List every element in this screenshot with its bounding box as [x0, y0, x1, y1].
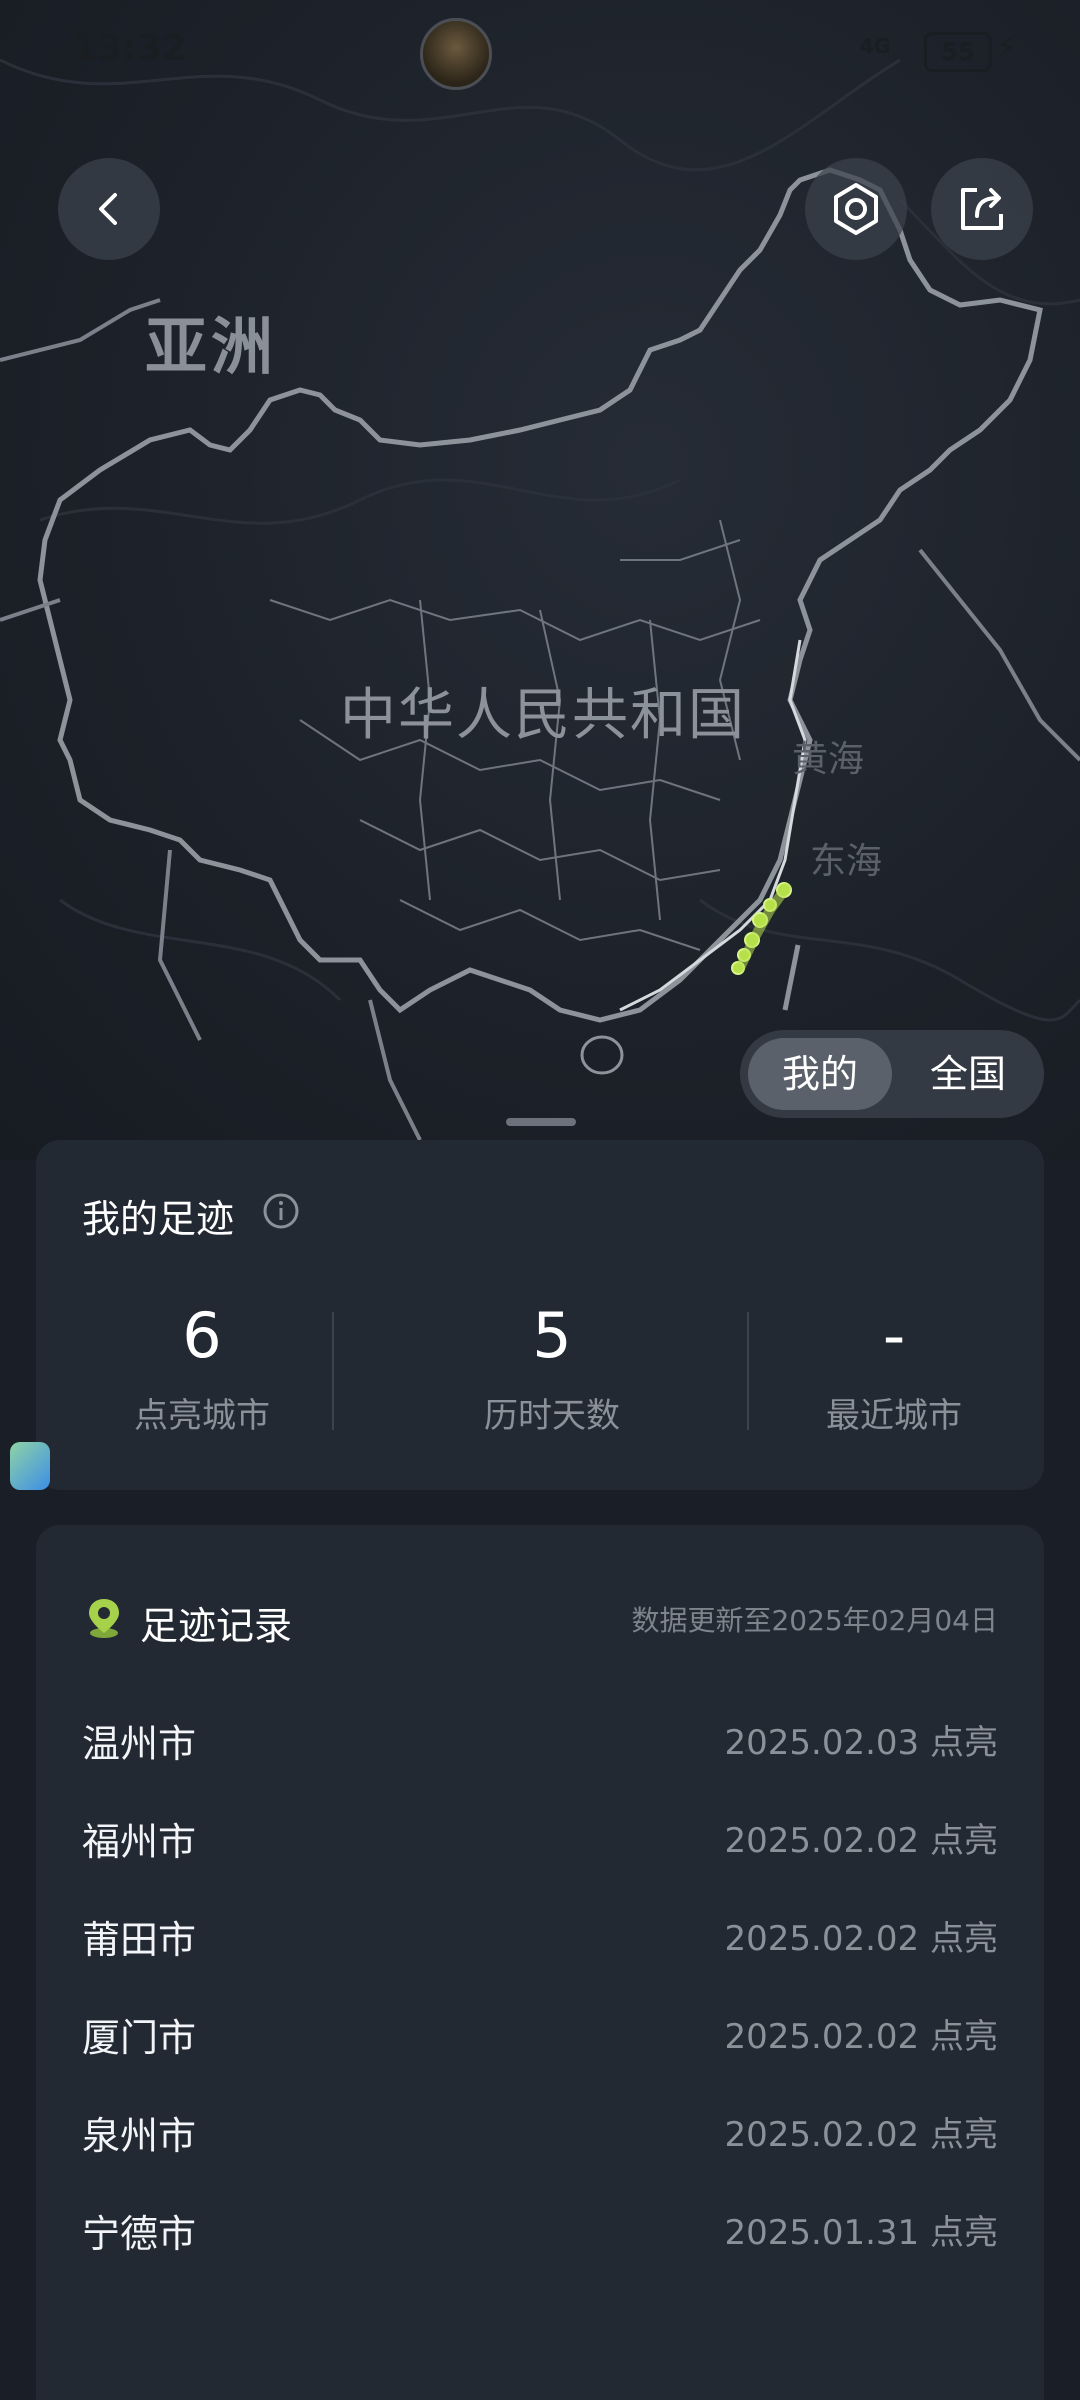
- record-city: 宁德市: [82, 2212, 197, 2256]
- settings-icon: [834, 183, 878, 235]
- settings-button[interactable]: [805, 158, 907, 260]
- divider: [332, 1312, 334, 1430]
- record-date: 2025.02.02 点亮: [724, 2115, 998, 2155]
- stat-label: 历时天数: [484, 1396, 620, 1436]
- record-city: 福州市: [82, 1820, 197, 1864]
- drag-handle[interactable]: [506, 1118, 576, 1126]
- record-row[interactable]: 宁德市 2025.01.31 点亮: [82, 2203, 998, 2263]
- record-row[interactable]: 福州市 2025.02.02 点亮: [82, 1811, 998, 1871]
- network-indicator: 4G: [860, 34, 891, 58]
- toggle-national[interactable]: 全国: [900, 1038, 1036, 1110]
- record-row[interactable]: 泉州市 2025.02.02 点亮: [82, 2105, 998, 2165]
- records-updated: 数据更新至2025年02月04日: [631, 1604, 998, 1637]
- stat-label: 最近城市: [826, 1396, 962, 1436]
- back-icon: [99, 193, 117, 225]
- record-city: 莆田市: [82, 1918, 197, 1962]
- charging-icon: ⚡: [996, 30, 1018, 65]
- country-label: 中华人民共和国: [340, 683, 746, 748]
- battery-indicator: 55: [924, 32, 992, 72]
- record-date: 2025.02.02 点亮: [724, 1919, 998, 1959]
- stat-value: 6: [182, 1299, 222, 1372]
- record-city: 厦门市: [82, 2016, 197, 2060]
- record-city: 温州市: [82, 1722, 197, 1766]
- toggle-mine[interactable]: 我的: [748, 1038, 892, 1110]
- footprint-screen: 亚洲 中华人民共和国 黄海 东海 13:32 4G 55 ⚡ 我的 全国 我的足…: [0, 0, 1080, 2400]
- sea-label-east: 东海: [810, 841, 883, 882]
- records-card: 足迹记录 数据更新至2025年02月04日 温州市 2025.02.03 点亮 …: [36, 1525, 1044, 2400]
- record-date: 2025.02.02 点亮: [724, 2017, 998, 2057]
- stat-label: 点亮城市: [134, 1396, 270, 1436]
- stat-value: -: [882, 1299, 906, 1372]
- record-date: 2025.02.03 点亮: [724, 1723, 998, 1763]
- info-icon[interactable]: [262, 1192, 300, 1230]
- avatar[interactable]: [420, 18, 492, 90]
- record-row[interactable]: 厦门市 2025.02.02 点亮: [82, 2007, 998, 2067]
- status-time: 13:32: [72, 28, 187, 69]
- stat-lit-cities: 6 点亮城市: [52, 1300, 352, 1437]
- map-borders: [0, 58, 1080, 1141]
- continent-label: 亚洲: [145, 310, 278, 383]
- floating-app-icon[interactable]: [10, 1442, 50, 1490]
- stats-card: 我的足迹 6 点亮城市 5 历时天数 - 最近城市: [36, 1140, 1044, 1490]
- sea-label-yellow: 黄海: [792, 739, 865, 780]
- record-city: 泉州市: [82, 2114, 197, 2158]
- share-icon: [961, 188, 1003, 230]
- stat-recent-city: - 最近城市: [744, 1300, 1044, 1437]
- record-row[interactable]: 莆田市 2025.02.02 点亮: [82, 1909, 998, 1969]
- scope-toggle[interactable]: 我的 全国: [740, 1030, 1044, 1118]
- share-button[interactable]: [931, 158, 1033, 260]
- stat-value: 5: [532, 1299, 572, 1372]
- record-row[interactable]: 温州市 2025.02.03 点亮: [82, 1713, 998, 1773]
- footprint-map[interactable]: 亚洲 中华人民共和国 黄海 东海: [0, 0, 1080, 1160]
- location-pin-icon: [89, 1599, 119, 1638]
- record-date: 2025.02.02 点亮: [724, 1821, 998, 1861]
- records-title: 足迹记录: [140, 1604, 293, 1648]
- record-date: 2025.01.31 点亮: [724, 2213, 998, 2253]
- stat-days: 5 历时天数: [402, 1300, 702, 1437]
- stats-title: 我的足迹: [82, 1197, 235, 1241]
- back-button[interactable]: [58, 158, 160, 260]
